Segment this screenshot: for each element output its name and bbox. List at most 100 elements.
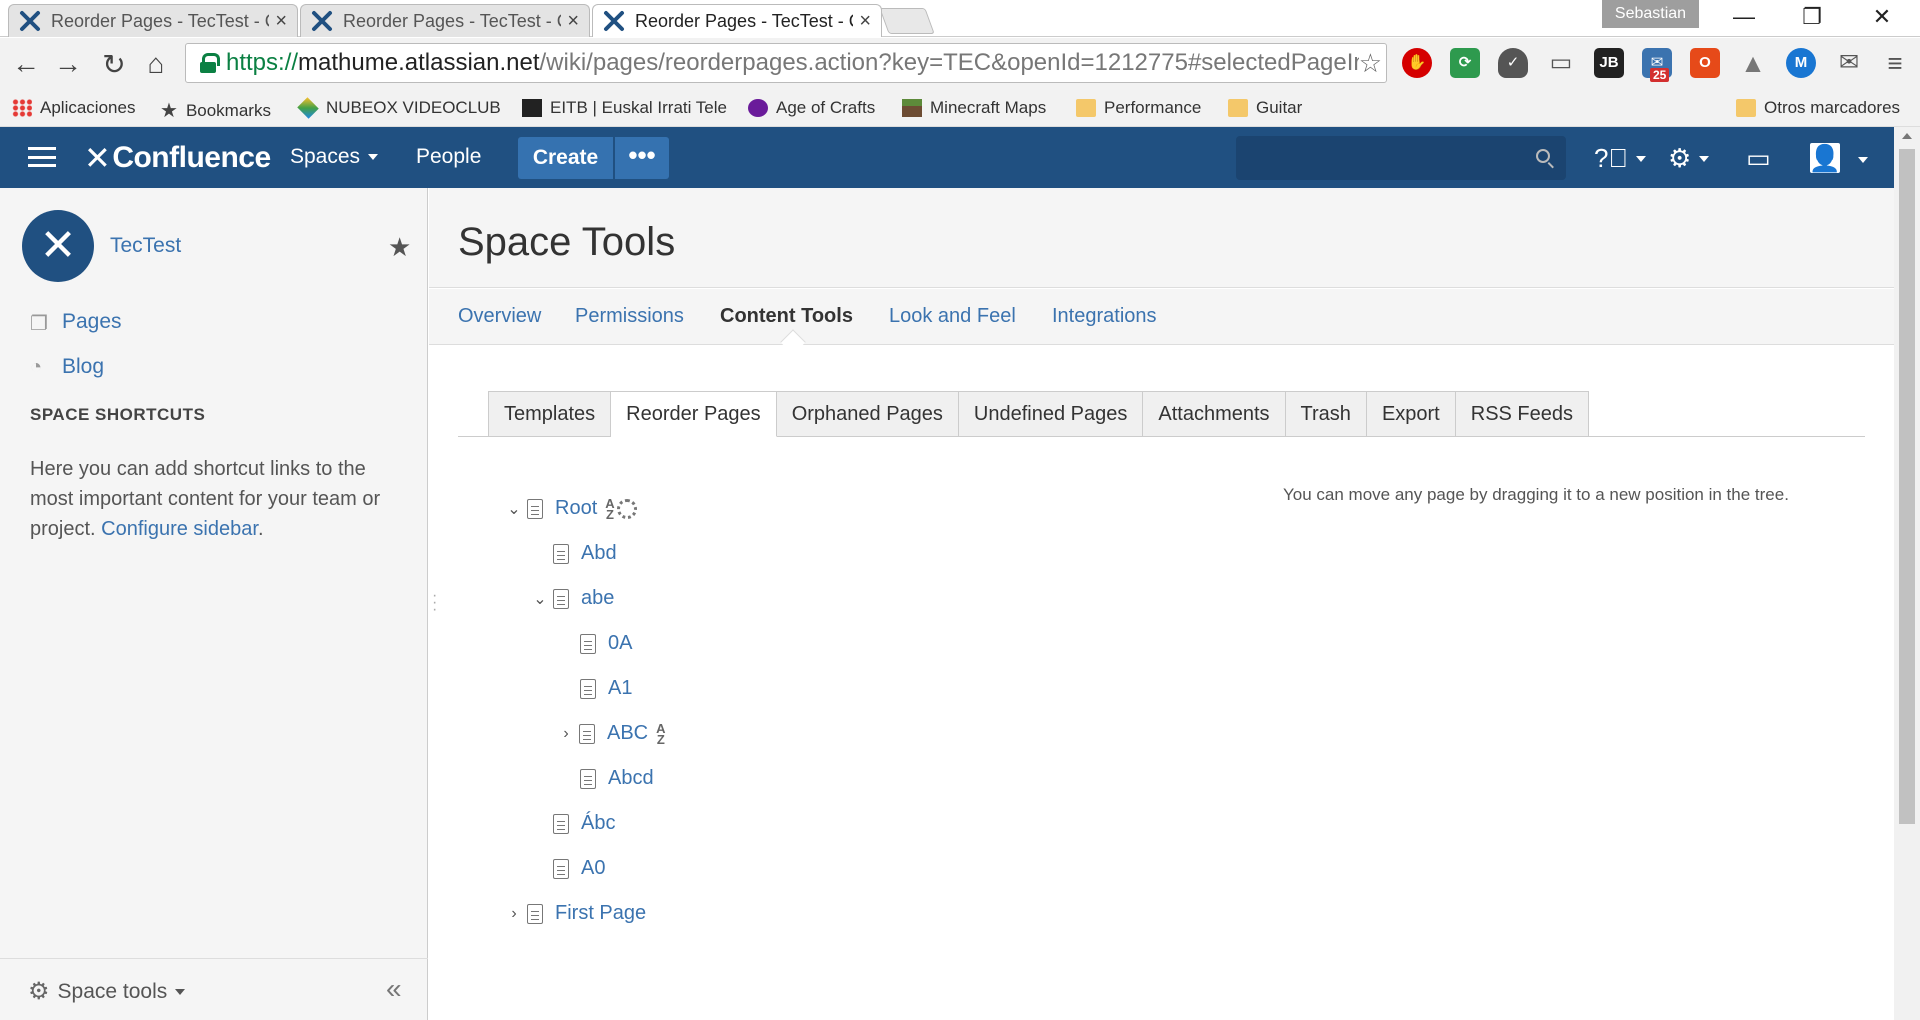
subtab-export[interactable]: Export xyxy=(1366,391,1456,437)
spaces-menu[interactable]: Spaces xyxy=(290,145,379,169)
subtab-trash[interactable]: Trash xyxy=(1285,391,1367,437)
mail-check-icon[interactable]: ✉ xyxy=(1834,48,1864,78)
tree-node-root[interactable]: ⌄ Root AZ xyxy=(505,497,637,521)
tree-node-label[interactable]: Ábc xyxy=(581,812,615,835)
page-scrollbar[interactable] xyxy=(1894,127,1920,1020)
window-close-icon[interactable]: ✕ xyxy=(1862,4,1902,30)
tree-node-abcd[interactable]: Abcd xyxy=(580,767,654,790)
tab-integrations[interactable]: Integrations xyxy=(1052,305,1157,328)
tree-node-first-page[interactable]: › First Page xyxy=(505,902,646,925)
confluence-logo[interactable]: ✕ Confluence xyxy=(84,139,271,177)
cast-icon[interactable]: ▭ xyxy=(1546,48,1576,78)
tree-node-label[interactable]: Root xyxy=(555,497,597,520)
chevron-right-icon[interactable]: › xyxy=(505,905,523,923)
reload-icon[interactable]: ↻ xyxy=(96,48,132,81)
office-icon[interactable]: O xyxy=(1690,48,1720,78)
sidebar-resize-handle[interactable]: · · · xyxy=(432,588,437,618)
tab-content-tools[interactable]: Content Tools xyxy=(720,305,853,328)
scroll-thumb[interactable] xyxy=(1899,149,1915,824)
subtab-attachments[interactable]: Attachments xyxy=(1143,391,1286,437)
tree-node-label[interactable]: A1 xyxy=(608,677,632,700)
sort-alphabetically-icon[interactable]: AZ xyxy=(656,722,665,746)
bookmark-nubeox[interactable]: NUBEOX VIDEOCLUB xyxy=(297,97,501,119)
create-more-button[interactable]: ••• xyxy=(615,137,669,179)
chevron-down-icon[interactable] xyxy=(1858,157,1868,163)
adblock-icon[interactable]: ✋ xyxy=(1402,48,1432,78)
address-bar[interactable]: https:// mathume.atlassian.net /wiki/pag… xyxy=(185,43,1387,83)
app-switcher-icon[interactable] xyxy=(28,147,56,167)
home-icon[interactable]: ⌂ xyxy=(138,48,174,80)
tree-node-label[interactable]: 0A xyxy=(608,632,632,655)
tab-overview[interactable]: Overview xyxy=(458,305,541,328)
tree-node-abe[interactable]: ⌄ abe xyxy=(531,587,614,610)
tree-node-label[interactable]: A0 xyxy=(581,857,605,880)
sidebar-item-pages[interactable]: ❐ Pages xyxy=(30,310,122,335)
chevron-right-icon[interactable]: › xyxy=(557,725,575,743)
bookmark-bookmarks[interactable]: ★ Bookmarks xyxy=(160,98,271,123)
tree-node-abd[interactable]: Abd xyxy=(553,542,617,565)
back-icon[interactable]: ← xyxy=(8,48,44,80)
profile-name[interactable]: Sebastian xyxy=(1602,0,1699,28)
search-input[interactable] xyxy=(1236,136,1566,180)
subtab-reorder-pages[interactable]: Reorder Pages xyxy=(611,391,777,437)
tree-node-label[interactable]: Abd xyxy=(581,542,617,565)
chevron-down-icon[interactable]: ⌄ xyxy=(505,499,523,519)
browser-tab-1[interactable]: Reorder Pages - TecTest - C × xyxy=(8,4,298,37)
tab-permissions[interactable]: Permissions xyxy=(575,305,684,328)
tree-node-0a[interactable]: 0A xyxy=(580,632,632,655)
bookmark-eitb[interactable]: EITB | Euskal Irrati Tele xyxy=(522,98,727,118)
bookmark-apps[interactable]: Aplicaciones xyxy=(12,98,135,118)
menu-icon[interactable]: ≡ xyxy=(1880,48,1910,78)
close-icon[interactable]: × xyxy=(567,10,579,33)
admin-menu[interactable]: ⚙ xyxy=(1668,143,1710,174)
sidebar-item-blog[interactable]: ◔ Blog xyxy=(30,355,104,379)
browser-tab-3[interactable]: Reorder Pages - TecTest - C × xyxy=(592,4,882,37)
bookmark-guitar[interactable]: Guitar xyxy=(1228,98,1302,118)
new-tab-button[interactable] xyxy=(879,8,935,34)
chevron-down-icon[interactable]: ⌄ xyxy=(531,589,549,609)
tree-node-a0[interactable]: A0 xyxy=(553,857,605,880)
collapse-sidebar-icon[interactable]: « xyxy=(386,973,402,1005)
mendeley-icon[interactable]: M xyxy=(1786,48,1816,78)
sync-extension-icon[interactable]: ⟳ xyxy=(1450,48,1480,78)
bookmark-minecraft-maps[interactable]: Minecraft Maps xyxy=(902,98,1046,118)
tree-node-label[interactable]: ABC xyxy=(607,722,648,745)
subtab-undefined-pages[interactable]: Undefined Pages xyxy=(958,391,1144,437)
restore-icon[interactable]: ❐ xyxy=(1792,4,1832,30)
bookmark-other[interactable]: Otros marcadores xyxy=(1736,98,1900,118)
notifications-icon[interactable]: ▭ xyxy=(1746,143,1771,174)
minimize-icon[interactable]: — xyxy=(1724,4,1764,30)
space-avatar[interactable]: ✕ xyxy=(22,210,94,282)
user-avatar-icon[interactable]: 👤 xyxy=(1809,143,1841,173)
scroll-up-icon[interactable] xyxy=(1902,133,1912,139)
jetbrains-icon[interactable]: JB xyxy=(1594,48,1624,78)
subtab-orphaned-pages[interactable]: Orphaned Pages xyxy=(776,391,959,437)
space-name-link[interactable]: TecTest xyxy=(110,234,181,258)
sidebar-footer: ⚙ Space tools « xyxy=(0,958,428,1020)
bookmark-performance[interactable]: Performance xyxy=(1076,98,1201,118)
drive-icon[interactable]: ▲ xyxy=(1738,48,1768,78)
tree-node-a1[interactable]: A1 xyxy=(580,677,632,700)
help-menu[interactable]: ?⃝ xyxy=(1594,143,1646,174)
tree-node-label[interactable]: abe xyxy=(581,587,614,610)
create-button[interactable]: Create xyxy=(518,137,613,179)
tree-node-abc[interactable]: › ABC AZ xyxy=(557,722,665,746)
subtab-rss-feeds[interactable]: RSS Feeds xyxy=(1455,391,1590,437)
tree-node-abc-accent[interactable]: Ábc xyxy=(553,812,615,835)
space-tools-menu[interactable]: ⚙ Space tools xyxy=(28,977,186,1006)
forward-icon[interactable]: → xyxy=(50,48,86,80)
tree-node-label[interactable]: First Page xyxy=(555,902,646,925)
bookmark-star-icon[interactable]: ☆ xyxy=(1358,48,1382,79)
close-icon[interactable]: × xyxy=(275,10,287,33)
configure-sidebar-link[interactable]: Configure sidebar xyxy=(101,518,258,540)
sort-alphabetically-icon[interactable]: AZ xyxy=(605,497,614,521)
browser-tab-2[interactable]: Reorder Pages - TecTest - C × xyxy=(300,4,590,37)
close-icon[interactable]: × xyxy=(859,10,871,33)
pocket-icon[interactable]: ✓ xyxy=(1498,48,1528,78)
tab-look-and-feel[interactable]: Look and Feel xyxy=(889,305,1016,328)
bookmark-age-of-crafts[interactable]: Age of Crafts xyxy=(748,98,875,118)
people-link[interactable]: People xyxy=(416,145,481,169)
subtab-templates[interactable]: Templates xyxy=(488,391,612,437)
favourite-star-icon[interactable]: ★ xyxy=(388,232,411,263)
tree-node-label[interactable]: Abcd xyxy=(608,767,654,790)
